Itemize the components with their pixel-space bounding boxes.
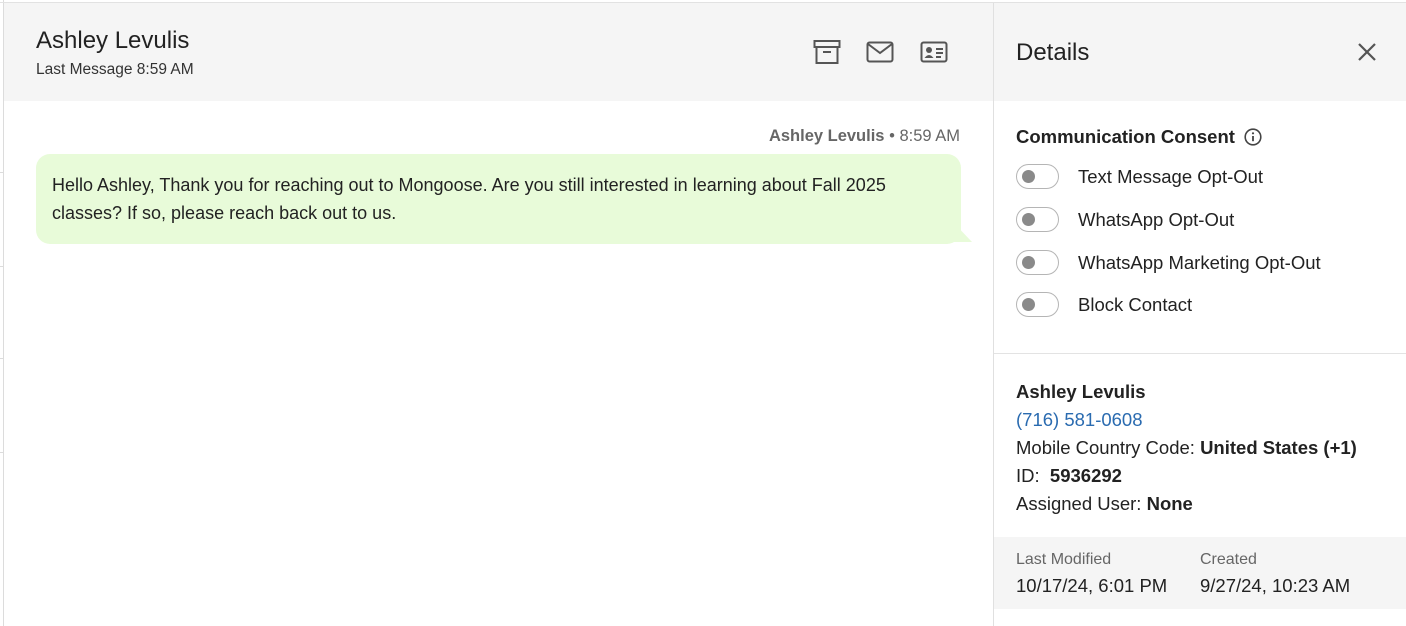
consent-section: Communication Consent [1016,126,1262,148]
whatsapp-opt-out-toggle[interactable] [1016,207,1059,232]
consent-title: Communication Consent [1016,126,1235,147]
assigned-user-label: Assigned User: [1016,493,1147,514]
toggle-knob [1022,170,1035,183]
created: Created 9/27/24, 10:23 AM [1200,551,1350,597]
section-divider [994,353,1406,354]
text-message-opt-out-toggle[interactable] [1016,164,1059,189]
created-label: Created [1200,551,1257,568]
conversation-pane: Ashley Levulis Last Message 8:59 AM Ashl… [4,3,993,626]
toggle-row-whatsapp-opt-out: WhatsApp Opt-Out [1016,207,1234,232]
mail-icon [866,41,894,63]
country-code-row: Mobile Country Code: United States (+1) [1016,434,1357,462]
toggle-label: Block Contact [1078,293,1193,315]
country-code-value: United States (+1) [1200,437,1357,458]
contact-card-button[interactable] [919,37,949,67]
toggle-knob [1022,298,1035,311]
close-details-button[interactable] [1356,41,1378,63]
message-bubble: Hello Ashley, Thank you for reaching out… [36,154,961,244]
archive-icon [813,40,841,64]
id-label: ID: [1016,465,1050,486]
assigned-user-value: None [1146,493,1193,514]
last-modified: Last Modified 10/17/24, 6:01 PM [1016,551,1167,597]
info-icon[interactable] [1244,128,1262,146]
last-modified-label: Last Modified [1016,551,1112,568]
block-contact-toggle[interactable] [1016,292,1059,317]
message-bubble-tail [952,221,972,242]
contact-info: Ashley Levulis (716) 581-0608 Mobile Cou… [1016,378,1357,518]
id-value: 5936292 [1049,465,1122,486]
contact-phone-link[interactable]: (716) 581-0608 [1016,406,1357,434]
toggle-row-whatsapp-marketing-opt-out: WhatsApp Marketing Opt-Out [1016,250,1321,275]
message-meta: Ashley Levulis • 8:59 AM [769,127,960,146]
meta-separator: • [884,127,900,145]
archive-button[interactable] [812,37,842,67]
message-time: 8:59 AM [899,127,960,145]
toggle-label: WhatsApp Opt-Out [1078,208,1235,230]
details-title: Details [1016,39,1090,66]
toggle-label: Text Message Opt-Out [1078,165,1264,187]
id-row: ID: 5936292 [1016,462,1357,490]
country-code-label: Mobile Country Code: [1016,437,1201,458]
contact-name: Ashley Levulis [36,27,190,54]
close-icon [1358,43,1376,61]
toggle-knob [1022,256,1035,269]
message-sender: Ashley Levulis [768,127,885,145]
email-button[interactable] [865,37,895,67]
assigned-user-row: Assigned User: None [1016,490,1357,518]
conversation-header: Ashley Levulis Last Message 8:59 AM [4,3,993,101]
last-modified-value: 10/17/24, 6:01 PM [1016,575,1168,596]
last-message-time: Last Message 8:59 AM [36,61,194,78]
created-value: 9/27/24, 10:23 AM [1200,575,1351,596]
toggle-row-text-message-opt-out: Text Message Opt-Out [1016,164,1263,189]
contact-info-name: Ashley Levulis [1016,381,1146,402]
contact-card-icon [920,41,948,63]
whatsapp-marketing-opt-out-toggle[interactable] [1016,250,1059,275]
details-header: Details [994,3,1406,101]
details-panel: Details Communication Consent Text Messa… [993,3,1406,626]
toggle-knob [1022,213,1035,226]
toggle-label: WhatsApp Marketing Opt-Out [1078,251,1321,273]
toggle-row-block-contact: Block Contact [1016,292,1192,317]
record-meta: Last Modified 10/17/24, 6:01 PM Created … [994,537,1406,609]
